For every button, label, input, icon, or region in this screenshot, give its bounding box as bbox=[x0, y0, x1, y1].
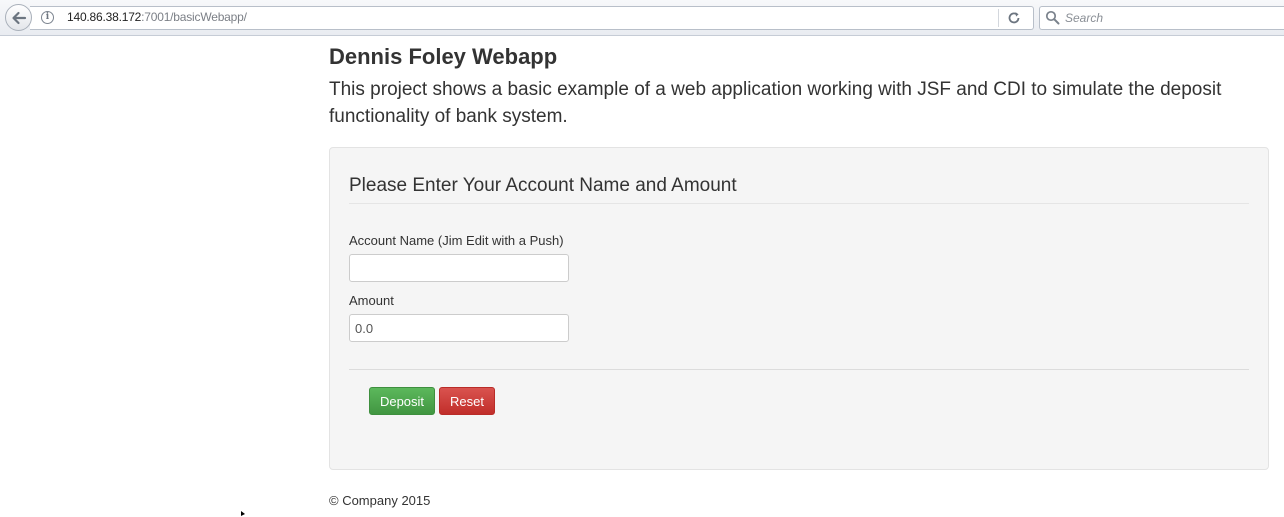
deposit-button[interactable]: Deposit bbox=[369, 387, 435, 415]
url-path: :7001/basicWebapp/ bbox=[141, 10, 247, 24]
page-title: Dennis Foley Webapp bbox=[329, 44, 558, 69]
site-info-icon[interactable]: i bbox=[41, 11, 54, 24]
account-name-input[interactable] bbox=[349, 254, 569, 282]
back-button[interactable] bbox=[5, 4, 32, 31]
form-heading: Please Enter Your Account Name and Amoun… bbox=[349, 175, 737, 196]
amount-label: Amount bbox=[349, 293, 394, 308]
back-arrow-icon bbox=[11, 11, 26, 24]
url-text[interactable]: 140.86.38.172:7001/basicWebapp/ bbox=[67, 10, 247, 24]
mouse-cursor-icon bbox=[241, 511, 245, 516]
reset-button[interactable]: Reset bbox=[439, 387, 495, 415]
search-icon bbox=[1045, 10, 1060, 25]
url-host: 140.86.38.172 bbox=[67, 10, 142, 24]
heading-divider bbox=[349, 203, 1249, 204]
amount-input[interactable] bbox=[349, 314, 569, 342]
page-description: This project shows a basic example of a … bbox=[329, 79, 1222, 127]
reload-icon[interactable] bbox=[1005, 9, 1023, 27]
url-divider bbox=[998, 9, 999, 27]
account-name-label: Account Name (Jim Edit with a Push) bbox=[349, 233, 564, 248]
search-placeholder[interactable]: Search bbox=[1065, 11, 1103, 25]
footer-copyright: © Company 2015 bbox=[329, 493, 431, 508]
form-actions-divider bbox=[349, 369, 1249, 370]
